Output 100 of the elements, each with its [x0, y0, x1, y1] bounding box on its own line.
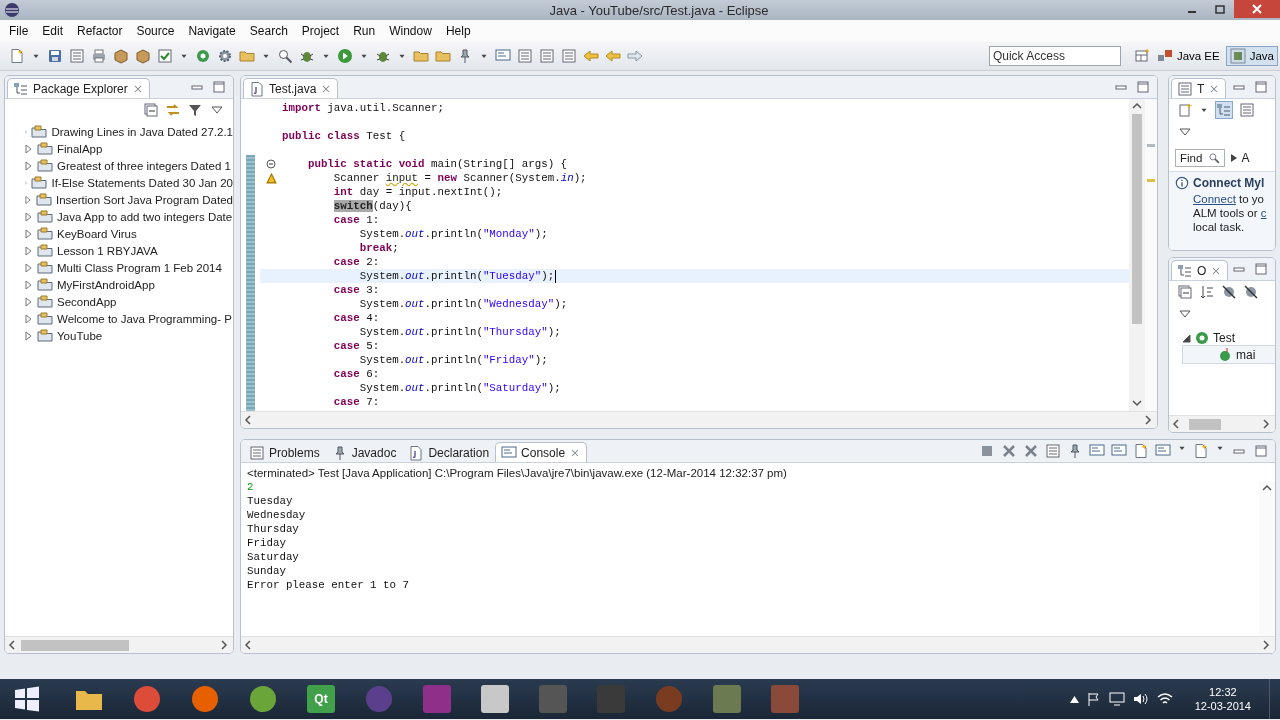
remove-icon[interactable] — [1023, 443, 1039, 459]
connect-link[interactable]: Connect — [1193, 193, 1236, 205]
scroll-right-icon[interactable] — [220, 640, 230, 650]
arrow-icon[interactable] — [583, 48, 599, 64]
wifi-icon[interactable] — [1156, 692, 1173, 706]
menu-item[interactable]: Navigate — [181, 22, 243, 40]
list-icon[interactable] — [561, 48, 577, 64]
list-icon[interactable] — [517, 48, 533, 64]
play-icon[interactable] — [337, 48, 353, 64]
view-tab[interactable]: T — [1171, 78, 1227, 98]
scrollbar-thumb[interactable] — [21, 639, 129, 651]
view-tab[interactable]: Declaration — [402, 442, 496, 462]
app-tile-icon[interactable] — [423, 685, 451, 713]
monitor-icon[interactable] — [1111, 443, 1127, 459]
search-icon[interactable] — [277, 48, 293, 64]
perspective-button[interactable]: Java — [1225, 46, 1278, 66]
view-tab[interactable]: Package Explorer — [7, 78, 150, 98]
project-name[interactable]: SecondApp — [57, 295, 117, 308]
outline-item[interactable]: mai — [1236, 347, 1256, 362]
project-name[interactable]: FinalApp — [57, 142, 103, 155]
list-icon[interactable] — [69, 48, 85, 64]
new-task-icon[interactable] — [1177, 102, 1193, 118]
remove-icon[interactable] — [1001, 443, 1017, 459]
menu-item[interactable]: Help — [438, 22, 478, 40]
menu-item[interactable]: File — [2, 22, 36, 40]
menu-item[interactable]: Refactor — [70, 22, 130, 40]
app-tile-icon[interactable] — [713, 685, 741, 713]
tree-list-icon[interactable] — [1216, 102, 1232, 118]
scrollbar-thumb[interactable] — [1132, 114, 1142, 324]
app-tile-icon[interactable] — [481, 685, 509, 713]
gear-icon[interactable] — [217, 48, 233, 64]
page-icon[interactable] — [1193, 443, 1209, 459]
view-tab[interactable]: Javadoc — [325, 442, 403, 462]
perspective-button[interactable]: Java EE — [1152, 46, 1224, 66]
project-name[interactable]: KeyBoard Virus — [57, 227, 137, 240]
maximize-icon[interactable] — [1253, 443, 1269, 459]
scroll-down-icon[interactable] — [1132, 398, 1142, 408]
project-name[interactable]: Drawing Lines in Java Dated 27.2.1 — [51, 125, 233, 138]
restore-icon[interactable] — [1215, 4, 1225, 14]
flag-icon[interactable] — [1086, 692, 1101, 706]
quick-access-field[interactable]: Quick Access — [988, 46, 1121, 66]
arrow-icon[interactable] — [627, 48, 643, 64]
view-tab[interactable]: O — [1171, 260, 1229, 280]
collapse-all-icon[interactable] — [143, 102, 159, 118]
monitor-icon[interactable] — [1108, 692, 1125, 706]
editor-tab[interactable]: Test.java — [243, 78, 339, 98]
monitor-icon[interactable] — [1089, 443, 1105, 459]
stop-icon[interactable] — [979, 443, 995, 459]
link-arrows-icon[interactable] — [165, 102, 181, 118]
menu-item[interactable]: Edit — [35, 22, 71, 40]
package-icon[interactable] — [113, 48, 129, 64]
app-tile-icon[interactable] — [597, 685, 625, 713]
checkbox-icon[interactable] — [157, 48, 173, 64]
fold-icon[interactable] — [266, 159, 276, 169]
connect-link[interactable]: c — [1260, 207, 1267, 219]
maximize-icon[interactable] — [1253, 79, 1269, 95]
app-tile-icon[interactable] — [771, 685, 799, 713]
view-tab[interactable]: Problems — [243, 442, 326, 462]
scroll-left-icon[interactable] — [244, 415, 254, 425]
windows-logo-icon[interactable] — [14, 686, 40, 712]
project-name[interactable]: If-Else Statements Dated 30 Jan 20 — [51, 176, 233, 189]
printer-icon[interactable] — [91, 48, 107, 64]
scroll-right-icon[interactable] — [1262, 640, 1272, 650]
page-icon[interactable] — [9, 48, 25, 64]
menu-item[interactable]: Run — [346, 22, 383, 40]
hide-fields-icon[interactable] — [1221, 284, 1237, 300]
project-name[interactable]: Lesson 1 RBYJAVA — [57, 244, 158, 257]
close-button[interactable] — [1234, 0, 1280, 18]
collapse-icon[interactable] — [1183, 332, 1191, 343]
scroll-right-icon[interactable] — [1262, 419, 1272, 429]
filter-icon[interactable] — [187, 102, 203, 118]
scroll-right-icon[interactable] — [1144, 415, 1154, 425]
project-name[interactable]: MyFirstAndroidApp — [57, 278, 155, 291]
maximize-icon[interactable] — [1253, 261, 1269, 277]
menu-item[interactable]: Project — [294, 22, 347, 40]
outline-item[interactable]: Test — [1213, 330, 1235, 345]
show-hidden-icons[interactable] — [1069, 695, 1079, 703]
maximize-icon[interactable] — [211, 79, 227, 95]
project-name[interactable]: YouTube — [57, 329, 103, 342]
list-icon[interactable] — [1239, 102, 1255, 118]
list-icon[interactable] — [539, 48, 555, 64]
view-tab[interactable]: Console — [495, 442, 588, 462]
collapse-all-icon[interactable] — [1177, 284, 1193, 300]
open-perspective-icon[interactable] — [1133, 48, 1150, 64]
sort-icon[interactable] — [1199, 284, 1215, 300]
app-circle-icon[interactable] — [133, 685, 161, 713]
list-icon[interactable] — [1045, 443, 1061, 459]
scroll-left-icon[interactable] — [8, 640, 18, 650]
project-name[interactable]: Insertion Sort Java Program Dated — [55, 193, 233, 206]
scrollbar-thumb[interactable] — [1189, 418, 1221, 430]
arrow-icon[interactable] — [605, 48, 621, 64]
package-icon[interactable] — [135, 48, 151, 64]
scroll-left-icon[interactable] — [1172, 419, 1182, 429]
project-name[interactable]: Welcome to Java Programming- P — [57, 312, 232, 325]
project-name[interactable]: Greatest of three integers Dated 1 — [57, 159, 231, 172]
hide-fields-icon[interactable] — [1243, 284, 1259, 300]
app-circle-icon[interactable] — [249, 685, 277, 713]
project-name[interactable]: Java App to add two integers Date — [57, 210, 233, 223]
filter-label[interactable]: A — [1241, 151, 1250, 165]
menu-item[interactable]: Search — [242, 22, 295, 40]
